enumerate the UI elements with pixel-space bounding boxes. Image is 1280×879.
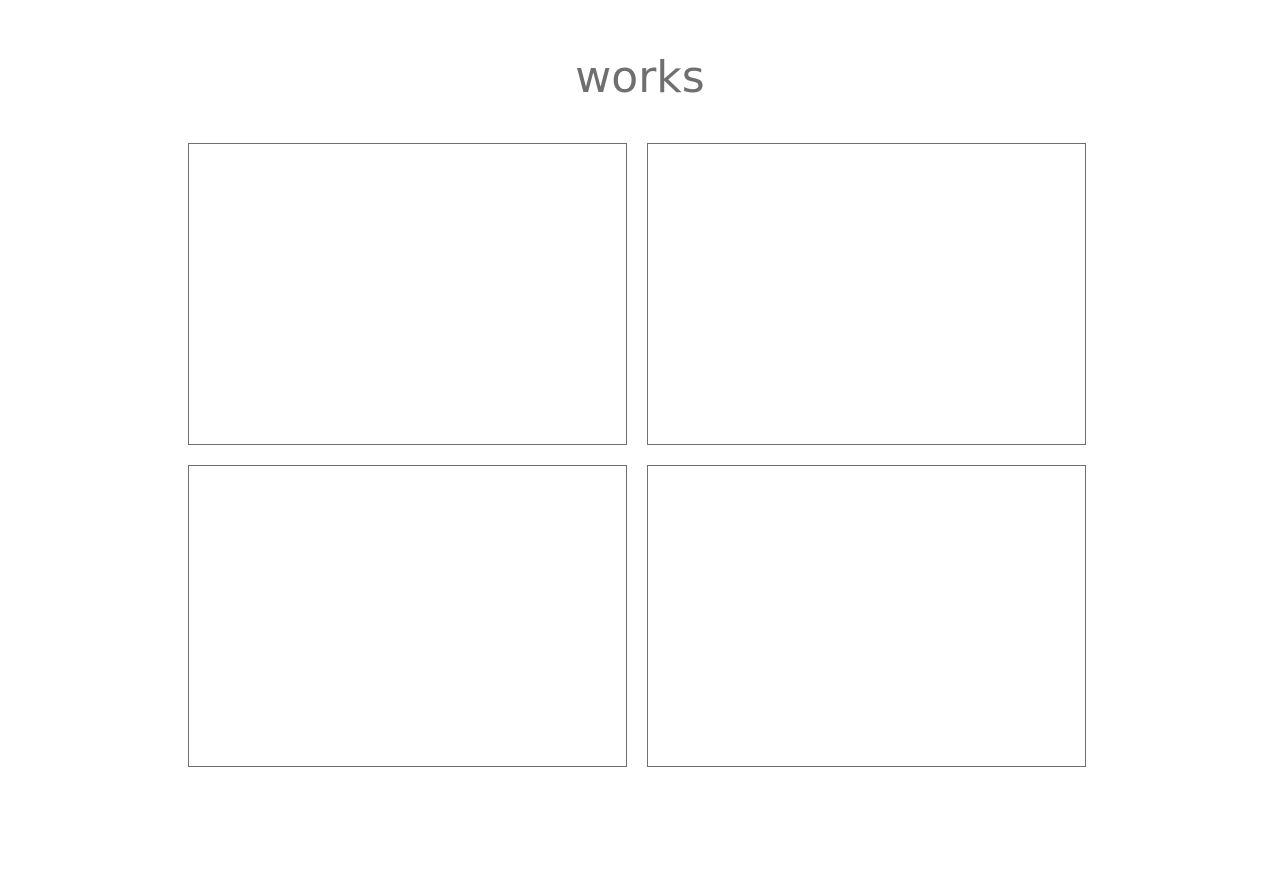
work-card[interactable] [188,465,627,767]
page-title: works [575,52,705,103]
works-grid [188,143,1086,767]
work-card[interactable] [188,143,627,445]
work-card[interactable] [647,465,1086,767]
work-card[interactable] [647,143,1086,445]
